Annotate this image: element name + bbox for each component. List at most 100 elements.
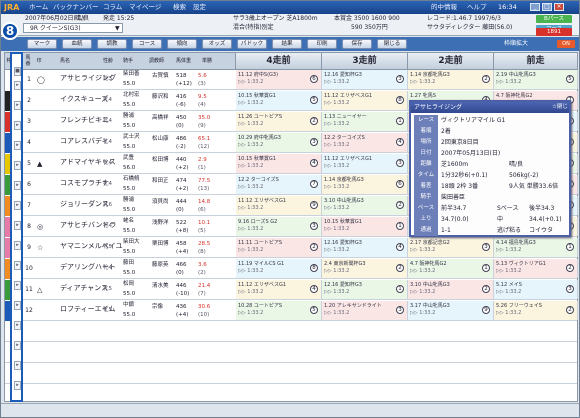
row-select-icon[interactable]: ▸: [14, 221, 21, 230]
past-race-cell[interactable]: 9.16 ローズS G2 ▷▷ 1:33.2 3: [236, 217, 322, 236]
menu-mypage[interactable]: マイページ: [129, 3, 161, 12]
horse-name[interactable]: フレンチビキニ: [60, 116, 109, 125]
toolbar-close-button[interactable]: 閉じる: [377, 39, 407, 49]
past-race-cell[interactable]: 11.12 エリザベスG1 ▷▷ 1:33.2 8: [322, 91, 408, 110]
past-race-cell[interactable]: 1.14 京都牝馬G3 ▷▷ 1:33.2 2: [408, 70, 494, 89]
prediction-mark[interactable]: ☆: [37, 244, 43, 252]
past-race-cell[interactable]: 2.17 京都記念G2 ▷▷ 1:33.2 3: [408, 238, 494, 257]
past-race-cell[interactable]: 12.16 愛知杯G3 ▷▷ 1:33.2 1: [322, 280, 408, 299]
row-select-icon[interactable]: ▸: [14, 141, 21, 150]
horse-number: 4: [27, 139, 31, 146]
row-select-icon[interactable]: ▸: [14, 341, 21, 350]
b-pace-button[interactable]: Bパース: [536, 15, 572, 23]
maximize-icon[interactable]: □: [542, 3, 552, 11]
menu-help[interactable]: ヘルプ: [467, 3, 487, 12]
past-race-name: 12.2 ターコイズS: [324, 135, 365, 141]
past-race-cell[interactable]: 12.16 愛知杯G3 ▷▷ 1:33.2 4: [322, 238, 408, 257]
past-race-cell[interactable]: 3.10 中山牝馬G3 ▷▷ 1:33.2 2: [408, 280, 494, 299]
row-select-icon[interactable]: ▸: [14, 281, 21, 290]
past-race-cell[interactable]: 2.19 中山牝馬G3 ▷▷ 1:33.2 5: [494, 70, 578, 89]
past-race-cell[interactable]: 11.12 エリザベスG1 ▷▷ 1:33.2 4: [236, 280, 322, 299]
past-race-cell[interactable]: 12.2 ターコイズS ▷▷ 1:33.2 7: [236, 175, 322, 194]
past-race-cell[interactable]: 3.17 中山牝馬G3 ▷▷ 1:33.2 9: [408, 301, 494, 320]
past-race-cell[interactable]: 11.19 マイルCS G1 ▷▷ 1:33.2 8: [236, 259, 322, 278]
past-race-cell[interactable]: 11.12 エリザベスG1 ▷▷ 1:33.2 3: [322, 154, 408, 173]
menu-column[interactable]: コラム: [103, 3, 122, 12]
row-select-icon[interactable]: ▸: [14, 241, 21, 250]
row-select-icon[interactable]: ▸: [14, 101, 21, 110]
past-race-cell[interactable]: 3.10 中山牝馬G3 ▷▷ 1:33.2 2: [322, 196, 408, 215]
close-icon[interactable]: ×: [554, 3, 564, 11]
past-race-cell[interactable]: 5.12 メイS ▷▷ 1:33.2 3: [494, 280, 578, 299]
row-select-icon[interactable]: ▸: [14, 201, 21, 210]
table-row[interactable]: 9 ☆ ヤマニンメルベイユ 牝5 柴田大 55.0 栗田博 458 (+4) 28.5 (8) 11.…: [5, 238, 578, 258]
toolbar-mark-button[interactable]: マーク: [27, 39, 57, 49]
toolbar-course-button[interactable]: コース: [132, 39, 162, 49]
past-race-cell[interactable]: 1.20 アレキサンドライト ▷▷ 1:33.2 3: [322, 301, 408, 320]
past-race-cell[interactable]: 12.2 ターコイズS ▷▷ 1:33.2 4: [322, 133, 408, 152]
toolbar-pedigree-button[interactable]: 血統: [62, 39, 92, 49]
prediction-mark[interactable]: ◯: [37, 76, 45, 84]
horse-name[interactable]: ヤマニンメルベイユ: [60, 242, 123, 251]
menu-settings[interactable]: 設定: [193, 3, 206, 12]
toolbar-result-button[interactable]: 結果: [272, 39, 302, 49]
menu-hits[interactable]: 的中情報: [431, 3, 457, 12]
past-race-cell[interactable]: 10.15 秋華賞G1 ▷▷ 1:33.2 1: [322, 217, 408, 236]
menu-search[interactable]: 検索: [173, 3, 186, 12]
past-race-cell[interactable]: 4.14 福島牝馬G3 ▷▷ 1:33.2 1: [494, 238, 578, 257]
row-select-icon[interactable]: ▸: [14, 161, 21, 170]
past-race-cell[interactable]: 2.4 東京新聞杯G3 ▷▷ 1:33.2 2: [322, 259, 408, 278]
horse-name[interactable]: ジョリーダンス: [60, 200, 109, 209]
frame-zoom-toggle[interactable]: ON: [557, 40, 575, 48]
result-button[interactable]: 1891: [536, 28, 572, 36]
past-race-cell[interactable]: 11.26 ユートピアS ▷▷ 1:33.2 2: [236, 112, 322, 131]
toolbar-save-button[interactable]: 保存: [342, 39, 372, 49]
row-select-icon[interactable]: ▸: [14, 121, 21, 130]
toolbar-print-button[interactable]: 印刷: [307, 39, 337, 49]
menu-home[interactable]: ホーム: [29, 3, 48, 12]
toolbar-paddock-button[interactable]: パドック: [237, 39, 267, 49]
past-race-cell[interactable]: 12.16 愛知杯G3 ▷▷ 1:33.2 3: [322, 70, 408, 89]
past-race-cell[interactable]: 1.13 ニューイヤー ▷▷ 1:33.2 1: [322, 112, 408, 131]
toolbar-odds-button[interactable]: オッズ: [202, 39, 232, 49]
row-select-icon[interactable]: ▸: [14, 261, 21, 270]
toolbar-trend-button[interactable]: 傾向: [167, 39, 197, 49]
horse-name[interactable]: イクスキューズ: [60, 95, 108, 104]
row-select-icon[interactable]: ▸: [14, 381, 21, 390]
past-race-cell[interactable]: 11.12 エリザベスG1 ▷▷ 1:33.2 9: [236, 196, 322, 215]
row-select-icon[interactable]: ▸: [14, 81, 21, 90]
row-select-icon[interactable]: ▸: [14, 301, 21, 310]
row-select-icon[interactable]: ▸: [14, 361, 21, 370]
past-race-cell[interactable]: 4.7 阪神牝馬G2▷▷ 1:33.2 1: [408, 259, 494, 278]
table-row[interactable]: 1 ◯ アサヒライジング 牝3 柴田善 55.0 古賀慎 518 (+12) 5.6 (3) 11.1…: [5, 70, 578, 90]
header-sex: 性齢: [103, 58, 114, 64]
horse-name[interactable]: コアレスバディ: [60, 137, 109, 146]
past-race-cell[interactable]: 11.11 ユートピアS ▷▷ 1:33.2 2: [236, 238, 322, 257]
row-select-icon[interactable]: ▸: [14, 181, 21, 190]
past-race-cell[interactable]: 11.12 府中S(G3) ▷▷ 1:33.2 6: [236, 70, 322, 89]
past-race-cell[interactable]: 5.26 フリーウェイS ▷▷ 1:33.2 2: [494, 301, 578, 320]
selection-column[interactable]: ■ ▸ ▸ ▸ ▸ ▸ ▸ ▸ ▸ ▸ ▸ ▸ ▸ ▸ ▸ ▸ ▸: [10, 52, 23, 402]
toolbar: マーク 血統 調教 コース 傾向 オッズ パドック 結果 印刷 保存 閉じる 枠…: [1, 37, 579, 51]
past-race-cell[interactable]: 10.15 秋華賞G1 ▷▷ 1:33.2 4: [236, 154, 322, 173]
table-row[interactable]: 11 △ ディアチャンス 牝5 松岡 55.0 清水美 446 (-10) 21.4 (7) 11.1…: [5, 280, 578, 300]
table-row[interactable]: 10 デアリングハート 牝4 藤田 55.0 藤原英 466 (0) 3.6 (2) 11.19 マ…: [5, 259, 578, 279]
past-race-cell[interactable]: 10.29 府中牝馬G3 ▷▷ 1:33.2 3: [236, 133, 322, 152]
race-select[interactable]: 9R クイーンS(G3) ▼: [23, 23, 123, 33]
prediction-mark[interactable]: ◎: [37, 223, 43, 231]
past-race-cell[interactable]: 1.14 京都牝馬G3 ▷▷ 1:33.2 6: [322, 175, 408, 194]
prediction-mark[interactable]: △: [37, 286, 42, 294]
horse-name[interactable]: ディアチャンス: [60, 284, 108, 293]
prediction-mark[interactable]: ▲: [37, 160, 42, 168]
toolbar-training-button[interactable]: 調教: [97, 39, 127, 49]
past-race-cell[interactable]: 10.15 秋華賞G1 ▷▷ 1:33.2 5: [236, 91, 322, 110]
row-select-icon[interactable]: ▸: [14, 321, 21, 330]
menu-backnumber[interactable]: バックナンバー: [53, 3, 99, 12]
select-all-icon[interactable]: ■: [14, 67, 21, 76]
minimize-icon[interactable]: _: [530, 3, 540, 11]
past-race-cell[interactable]: 10.28 ユートピアS ▷▷ 1:33.2 5: [236, 301, 322, 320]
past-race-cell[interactable]: 5.13 ヴィクトリアG1▷▷ 1:33.2 2: [494, 259, 578, 278]
horse-name[interactable]: コスモプラチナ: [60, 179, 109, 188]
table-row[interactable]: 12 ロフティーエイム 牝5 中舘 55.0 宗像 436 (+4) 30.6 (10) 10.28…: [5, 301, 578, 321]
finish-position: 1: [482, 264, 490, 272]
